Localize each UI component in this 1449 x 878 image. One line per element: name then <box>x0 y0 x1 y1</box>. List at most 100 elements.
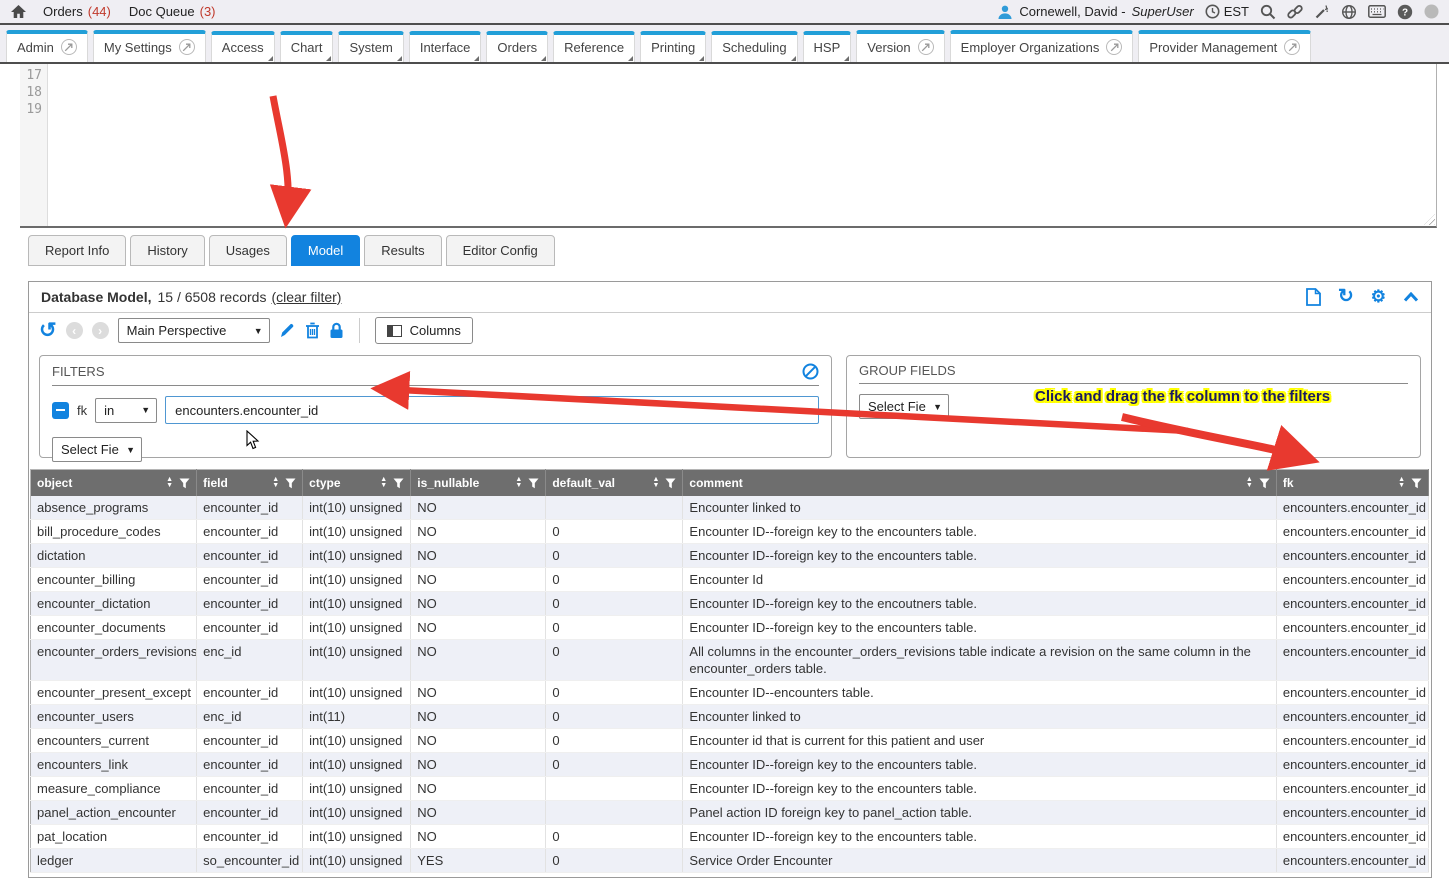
sort-icon[interactable]: ▲▼ <box>166 477 173 489</box>
link-icon[interactable] <box>1287 4 1303 20</box>
column-header[interactable]: comment ▲▼ <box>683 470 1276 497</box>
perspective-select[interactable]: Main Perspective <box>118 318 270 343</box>
nav-tab[interactable]: System <box>338 31 403 62</box>
column-header[interactable]: fk ▲▼ <box>1276 470 1428 497</box>
nav-tab[interactable]: Reference <box>553 31 635 62</box>
cell-is-nullable: NO <box>411 616 546 640</box>
external-link-icon[interactable] <box>1284 39 1300 55</box>
nav-tab[interactable]: My Settings <box>93 30 206 62</box>
top-menu-item[interactable]: Doc Queue (3) <box>129 4 216 19</box>
gear-icon[interactable]: ⚙ <box>1371 289 1386 305</box>
history-back-icon[interactable]: ‹ <box>66 322 83 339</box>
column-header[interactable]: default_val ▲▼ <box>546 470 683 497</box>
table-row[interactable]: encounter_documents encounter_id int(10)… <box>31 616 1429 640</box>
view-tab[interactable]: Editor Config <box>446 235 555 266</box>
history-forward-icon[interactable]: › <box>92 322 109 339</box>
filter-funnel-icon[interactable] <box>665 478 676 489</box>
edit-pencil-icon[interactable] <box>279 322 296 339</box>
view-tab[interactable]: Results <box>364 235 441 266</box>
clear-filter-link[interactable]: (clear filter) <box>271 289 341 305</box>
search-icon[interactable] <box>1260 4 1276 20</box>
sort-icon[interactable]: ▲▼ <box>1246 477 1253 489</box>
table-row[interactable]: encounters_link encounter_id int(10) uns… <box>31 753 1429 777</box>
undo-icon[interactable]: ↺ <box>39 323 57 339</box>
delete-trash-icon[interactable] <box>305 322 320 339</box>
nav-tab[interactable]: Employer Organizations <box>950 30 1134 62</box>
table-row[interactable]: encounter_present_except encounter_id in… <box>31 681 1429 705</box>
table-row[interactable]: ledger so_encounter_id int(10) unsigned … <box>31 849 1429 873</box>
help-icon[interactable]: ? <box>1397 4 1413 20</box>
sql-editor[interactable]: 171819 <box>20 64 1437 228</box>
sort-icon[interactable]: ▲▼ <box>652 477 659 489</box>
external-link-icon[interactable] <box>1106 39 1122 55</box>
table-row[interactable]: encounter_billing encounter_id int(10) u… <box>31 568 1429 592</box>
filter-funnel-icon[interactable] <box>528 478 539 489</box>
filter-funnel-icon[interactable] <box>393 478 404 489</box>
external-link-icon[interactable] <box>179 39 195 55</box>
sort-icon[interactable]: ▲▼ <box>272 477 279 489</box>
sort-icon[interactable]: ▲▼ <box>515 477 522 489</box>
nav-tab[interactable]: Admin <box>6 30 88 62</box>
view-tab[interactable]: Usages <box>209 235 287 266</box>
sort-icon[interactable]: ▲▼ <box>380 477 387 489</box>
cell-fk: encounters.encounter_id <box>1276 849 1428 873</box>
external-link-icon[interactable] <box>61 39 77 55</box>
nav-tab[interactable]: Interface <box>409 31 482 62</box>
new-document-icon[interactable] <box>1306 288 1321 306</box>
external-link-icon[interactable] <box>918 39 934 55</box>
table-row[interactable]: dictation encounter_id int(10) unsigned … <box>31 544 1429 568</box>
collapse-icon[interactable] <box>1403 292 1419 302</box>
view-tab[interactable]: Model <box>291 235 360 266</box>
column-header[interactable]: object ▲▼ <box>31 470 197 497</box>
globe-icon[interactable] <box>1341 4 1357 20</box>
table-row[interactable]: absence_programs encounter_id int(10) un… <box>31 496 1429 520</box>
add-filter-field-select[interactable]: Select Field <box>52 437 142 462</box>
cell-field: encounter_id <box>197 544 303 568</box>
view-tab[interactable]: History <box>130 235 204 266</box>
table-row[interactable]: pat_location encounter_id int(10) unsign… <box>31 825 1429 849</box>
view-tab[interactable]: Report Info <box>28 235 126 266</box>
filter-operator-select[interactable]: in <box>95 398 157 423</box>
nav-tab[interactable]: Version <box>856 30 944 62</box>
table-row[interactable]: encounter_orders_revisions enc_id int(10… <box>31 640 1429 681</box>
nav-tab[interactable]: Scheduling <box>711 31 797 62</box>
column-header[interactable]: field ▲▼ <box>197 470 303 497</box>
timezone-control[interactable]: EST <box>1205 4 1249 19</box>
sort-icon[interactable]: ▲▼ <box>1398 477 1405 489</box>
table-row[interactable]: encounters_current encounter_id int(10) … <box>31 729 1429 753</box>
table-row[interactable]: encounter_dictation encounter_id int(10)… <box>31 592 1429 616</box>
cell-field: encounter_id <box>197 568 303 592</box>
nav-tab[interactable]: Orders <box>486 31 548 62</box>
column-header[interactable]: ctype ▲▼ <box>303 470 411 497</box>
group-field-select[interactable]: Select Field <box>859 394 949 419</box>
table-row[interactable]: encounter_users enc_id int(11) NO 0 Enco… <box>31 705 1429 729</box>
filter-value-input[interactable] <box>165 396 819 424</box>
filter-funnel-icon[interactable] <box>285 478 296 489</box>
lock-icon[interactable] <box>329 322 344 339</box>
top-menu-item[interactable]: Orders (44) <box>43 4 111 19</box>
columns-button[interactable]: Columns <box>375 317 473 344</box>
table-row[interactable]: measure_compliance encounter_id int(10) … <box>31 777 1429 801</box>
home-icon[interactable] <box>10 4 27 19</box>
filter-funnel-icon[interactable] <box>1411 478 1422 489</box>
nav-tab[interactable]: HSP <box>803 31 852 62</box>
nav-tab[interactable]: Provider Management <box>1138 30 1311 62</box>
cell-object: encounter_documents <box>31 616 197 640</box>
refresh-icon[interactable]: ↻ <box>1338 289 1354 305</box>
nav-tab[interactable]: Printing <box>640 31 706 62</box>
keyboard-icon[interactable] <box>1368 5 1386 18</box>
filter-funnel-icon[interactable] <box>179 478 190 489</box>
cell-field: enc_id <box>197 640 303 681</box>
table-row[interactable]: bill_procedure_codes encounter_id int(10… <box>31 520 1429 544</box>
remove-filter-button[interactable] <box>52 402 69 419</box>
combo-dropdown-icon[interactable]: ▼ <box>801 406 810 416</box>
nav-tab[interactable]: Chart <box>280 31 334 62</box>
clear-filters-icon[interactable] <box>802 363 819 380</box>
nav-tab[interactable]: Access <box>211 31 275 62</box>
column-header[interactable]: is_nullable ▲▼ <box>411 470 546 497</box>
editor-code <box>48 64 1436 226</box>
filter-funnel-icon[interactable] <box>1259 478 1270 489</box>
user-menu[interactable]: Cornewell, David - SuperUser <box>997 4 1193 20</box>
wand-icon[interactable] <box>1314 4 1330 20</box>
table-row[interactable]: panel_action_encounter encounter_id int(… <box>31 801 1429 825</box>
